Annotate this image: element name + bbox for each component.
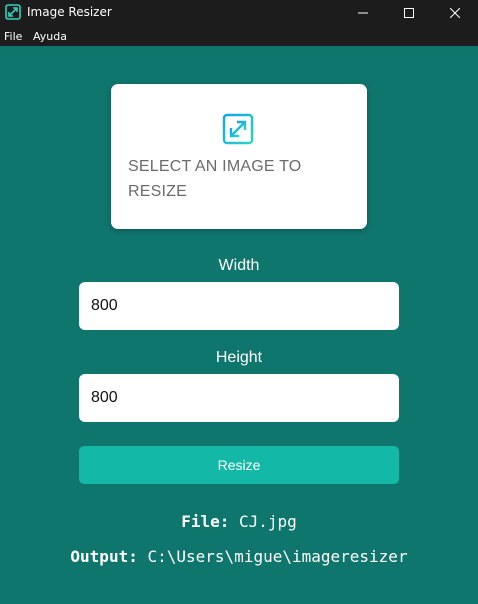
output-info-value: C:\Users\migue\imageresizer — [147, 547, 408, 566]
output-info-key: Output: — [70, 547, 138, 566]
dropzone-label: SELECT AN IMAGE TO RESIZE — [128, 158, 302, 200]
width-label: Width — [218, 257, 260, 274]
minimize-icon — [358, 12, 368, 14]
file-info-value: CJ.jpg — [239, 512, 297, 531]
title-bar: Image Resizer — [0, 0, 478, 26]
maximize-icon — [404, 8, 414, 18]
menu-file[interactable]: File — [4, 30, 22, 43]
width-input[interactable] — [79, 282, 399, 330]
height-input[interactable] — [79, 374, 399, 422]
close-icon — [450, 8, 460, 18]
window-title: Image Resizer — [27, 5, 112, 19]
resize-button[interactable]: Resize — [79, 446, 399, 484]
minimize-button[interactable] — [340, 0, 386, 26]
menu-ayuda[interactable]: Ayuda — [33, 30, 67, 43]
file-info-key: File: — [181, 512, 230, 531]
expand-arrows-icon — [222, 113, 254, 145]
resize-app-icon — [5, 4, 21, 20]
close-button[interactable] — [432, 0, 478, 26]
height-label: Height — [215, 349, 263, 366]
file-info: File: CJ.jpg — [0, 512, 478, 531]
image-select-dropzone[interactable]: SELECT AN IMAGE TO RESIZE — [111, 84, 367, 229]
menu-bar: File Ayuda — [0, 26, 478, 46]
output-info: Output: C:\Users\migue\imageresizer — [0, 547, 478, 566]
maximize-button[interactable] — [386, 0, 432, 26]
